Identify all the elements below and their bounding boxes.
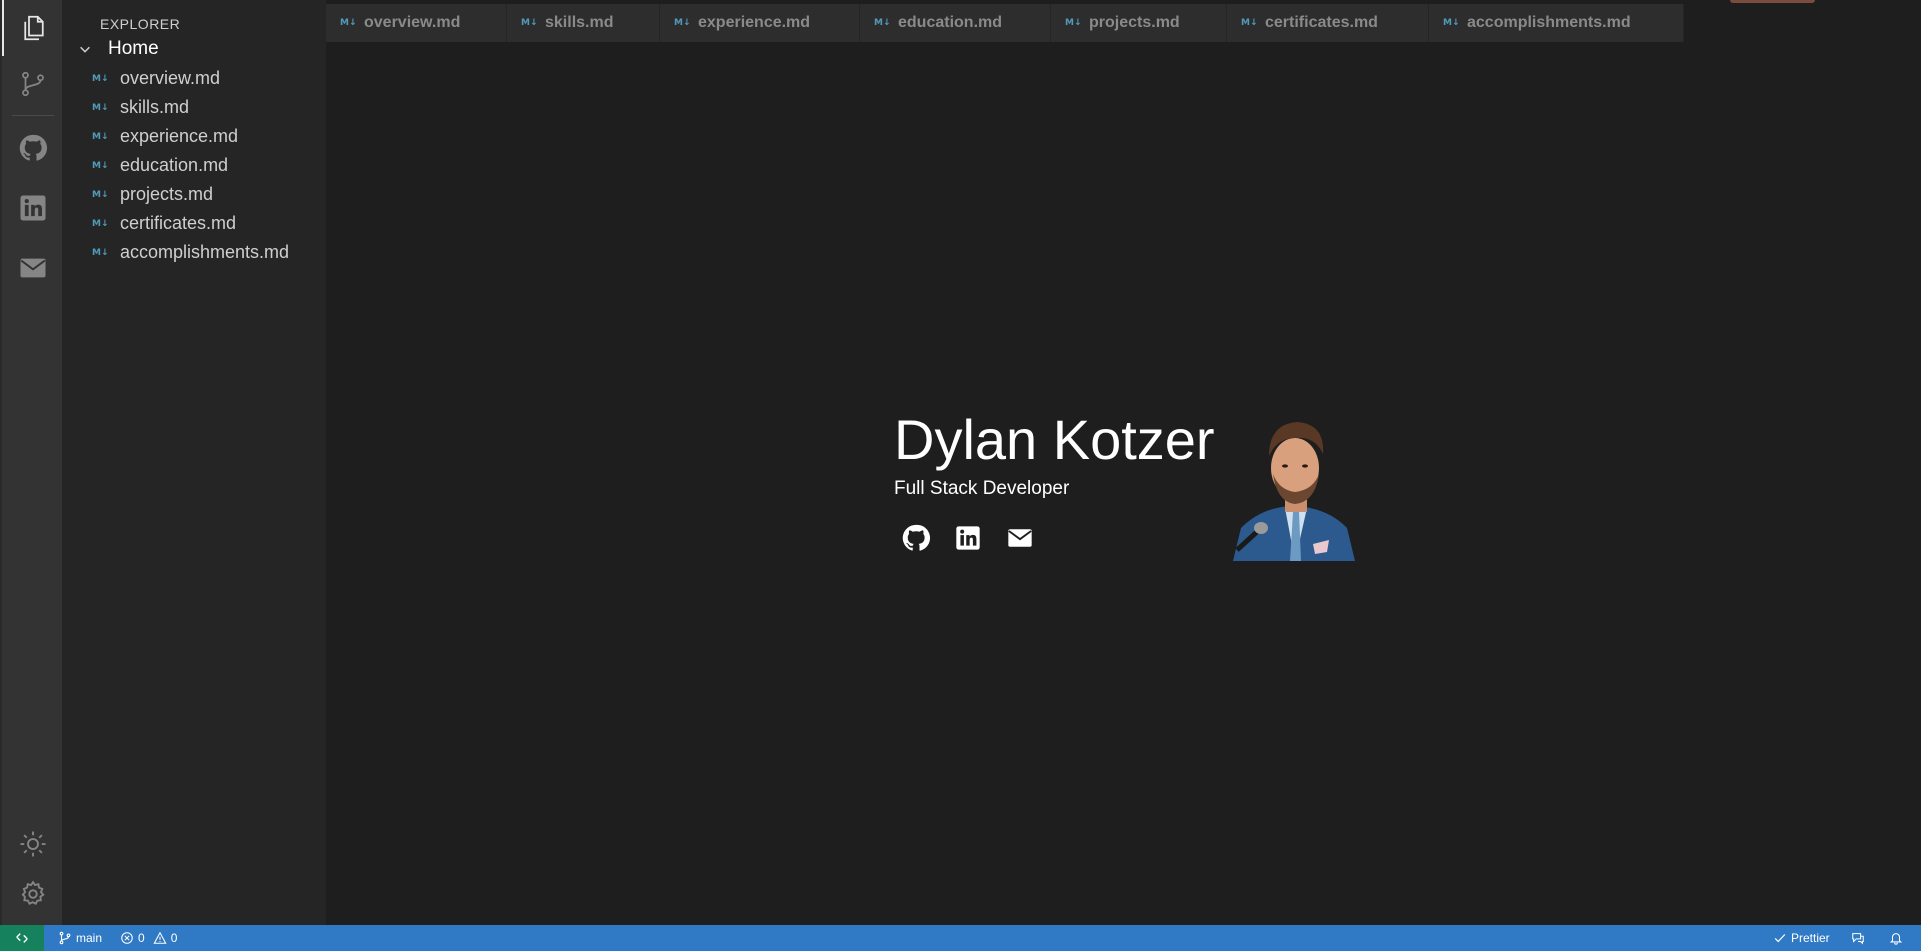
activity-bar bbox=[0, 0, 62, 925]
tab-label: education.md bbox=[898, 14, 1003, 31]
tab-accomplishments[interactable]: M↓ accomplishments.md bbox=[1429, 4, 1684, 42]
chevron-down-icon bbox=[74, 38, 96, 60]
markdown-icon: M↓ bbox=[1443, 18, 1460, 28]
file-name: education.md bbox=[120, 155, 229, 175]
hero-role: Full Stack Developer bbox=[894, 478, 1070, 499]
remote-icon bbox=[16, 933, 28, 943]
sidebar-title: EXPLORER bbox=[100, 16, 181, 32]
prettier-indicator[interactable]: Prettier bbox=[1773, 925, 1830, 951]
files-icon bbox=[24, 15, 44, 41]
check-icon bbox=[1774, 934, 1786, 943]
warning-icon bbox=[153, 931, 167, 944]
hero-socials bbox=[900, 522, 1036, 554]
tab-label: projects.md bbox=[1089, 14, 1180, 31]
file-name: projects.md bbox=[120, 184, 214, 204]
linkedin-icon bbox=[20, 195, 46, 221]
markdown-icon: M↓ bbox=[92, 218, 109, 229]
markdown-icon: M↓ bbox=[674, 18, 691, 28]
feedback-button[interactable] bbox=[1851, 925, 1865, 951]
hero-linkedin-link[interactable] bbox=[952, 522, 984, 554]
folder-home[interactable]: Home bbox=[74, 36, 159, 62]
tab-certificates[interactable]: M↓ certificates.md bbox=[1227, 4, 1429, 42]
tab-label: certificates.md bbox=[1265, 14, 1378, 31]
file-name: skills.md bbox=[120, 97, 190, 117]
source-control-icon bbox=[22, 71, 44, 97]
hero-mail-link[interactable] bbox=[1004, 522, 1036, 554]
markdown-icon: M↓ bbox=[521, 18, 538, 28]
tab-skills[interactable]: M↓ skills.md bbox=[507, 4, 660, 42]
markdown-icon: M↓ bbox=[92, 189, 109, 200]
feedback-icon bbox=[1852, 933, 1864, 945]
theme-sun-icon bbox=[20, 831, 46, 857]
markdown-icon: M↓ bbox=[92, 73, 109, 84]
hero-github-link[interactable] bbox=[900, 522, 932, 554]
top-right-image-edge bbox=[1730, 0, 1815, 3]
error-icon bbox=[121, 932, 133, 944]
tab-projects[interactable]: M↓ projects.md bbox=[1051, 4, 1227, 42]
file-name: certificates.md bbox=[120, 213, 237, 233]
markdown-icon: M↓ bbox=[1241, 18, 1258, 28]
problems-indicator[interactable]: 0 0 bbox=[120, 925, 177, 951]
file-item-experience[interactable]: M↓ experience.md bbox=[62, 122, 326, 151]
tab-label: experience.md bbox=[698, 14, 811, 31]
source-control-activity-button[interactable] bbox=[2, 56, 64, 112]
file-item-education[interactable]: M↓ education.md bbox=[62, 151, 326, 180]
prettier-label: Prettier bbox=[1791, 931, 1830, 945]
app-window: EXPLORER Home M↓ overview.md M↓ skills.m… bbox=[0, 0, 1921, 951]
explorer-activity-button[interactable] bbox=[2, 0, 64, 56]
branch-indicator[interactable]: main bbox=[58, 925, 102, 951]
linkedin-icon bbox=[956, 526, 980, 550]
github-activity-button[interactable] bbox=[2, 120, 64, 176]
explorer-sidebar: EXPLORER Home M↓ overview.md M↓ skills.m… bbox=[62, 0, 326, 925]
tab-label: accomplishments.md bbox=[1467, 14, 1631, 31]
markdown-icon: M↓ bbox=[92, 247, 109, 258]
branch-name: main bbox=[76, 931, 103, 945]
hero-name: Dylan Kotzer bbox=[894, 408, 1215, 471]
markdown-icon: M↓ bbox=[1065, 18, 1082, 28]
settings-button[interactable] bbox=[2, 866, 64, 922]
gear-icon bbox=[21, 880, 45, 906]
notifications-button[interactable] bbox=[1889, 925, 1903, 951]
error-count: 0 bbox=[138, 931, 145, 945]
mail-activity-button[interactable] bbox=[2, 240, 64, 296]
avatar bbox=[1233, 410, 1355, 561]
github-icon bbox=[902, 524, 931, 551]
activity-separator bbox=[12, 115, 54, 116]
markdown-icon: M↓ bbox=[92, 160, 109, 171]
file-name: overview.md bbox=[120, 68, 221, 88]
tab-label: skills.md bbox=[545, 14, 614, 31]
markdown-icon: M↓ bbox=[874, 18, 891, 28]
file-item-overview[interactable]: M↓ overview.md bbox=[62, 64, 326, 93]
file-item-certificates[interactable]: M↓ certificates.md bbox=[62, 209, 326, 238]
tab-experience[interactable]: M↓ experience.md bbox=[660, 4, 860, 42]
folder-label: Home bbox=[108, 38, 159, 59]
mail-icon bbox=[1008, 529, 1032, 547]
tab-overview[interactable]: M↓ overview.md bbox=[326, 4, 507, 42]
markdown-icon: M↓ bbox=[92, 102, 109, 113]
tab-label: overview.md bbox=[364, 14, 461, 31]
file-item-skills[interactable]: M↓ skills.md bbox=[62, 93, 326, 122]
github-icon bbox=[19, 134, 48, 161]
status-bar: main 0 0 Prettier bbox=[0, 925, 1921, 951]
bell-icon bbox=[1889, 933, 1903, 945]
remote-indicator[interactable] bbox=[0, 925, 44, 951]
markdown-icon: M↓ bbox=[92, 131, 109, 142]
linkedin-activity-button[interactable] bbox=[2, 180, 64, 236]
tab-education[interactable]: M↓ education.md bbox=[860, 4, 1051, 42]
file-item-accomplishments[interactable]: M↓ accomplishments.md bbox=[62, 238, 326, 267]
mail-icon bbox=[20, 258, 46, 278]
file-name: accomplishments.md bbox=[120, 242, 290, 262]
file-name: experience.md bbox=[120, 126, 239, 146]
theme-toggle-button[interactable] bbox=[2, 816, 64, 872]
tab-bar: M↓ overview.md M↓ skills.md M↓ experienc… bbox=[326, 0, 1921, 42]
source-control-icon bbox=[59, 931, 71, 945]
file-item-projects[interactable]: M↓ projects.md bbox=[62, 180, 326, 209]
warning-count: 0 bbox=[170, 931, 178, 945]
file-list: M↓ overview.md M↓ skills.md M↓ experienc… bbox=[62, 64, 326, 267]
markdown-icon: M↓ bbox=[340, 18, 357, 28]
